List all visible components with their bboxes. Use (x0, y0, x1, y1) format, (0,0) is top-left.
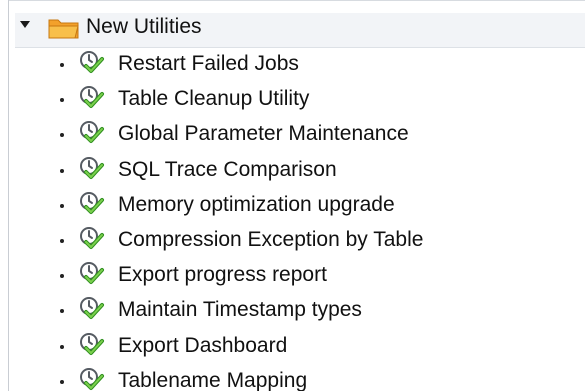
tree-item-4[interactable]: SQL Trace Comparison (50, 153, 580, 188)
transaction-check-icon (80, 121, 104, 143)
tree-item-8[interactable]: Maintain Timestamp types (50, 293, 580, 328)
tree-item-label[interactable]: Export Dashboard (118, 333, 287, 359)
tree-item-10[interactable]: Tablename Mapping (50, 364, 580, 391)
tree-bullet (60, 274, 64, 278)
utilities-tree: New Utilities Restart Failed Jobs Table … (0, 0, 585, 391)
tree-bullet (60, 169, 64, 173)
tree-item-label[interactable]: Restart Failed Jobs (118, 51, 299, 77)
tree-item-label[interactable]: Memory optimization upgrade (118, 192, 395, 218)
tree-item-5[interactable]: Memory optimization upgrade (50, 188, 580, 223)
tree-item-label[interactable]: SQL Trace Comparison (118, 157, 337, 183)
transaction-check-icon (80, 227, 104, 249)
transaction-check-icon (80, 192, 104, 214)
tree-item-label[interactable]: Global Parameter Maintenance (118, 121, 409, 147)
left-border (8, 0, 9, 391)
transaction-check-icon (80, 297, 104, 319)
transaction-check-icon (80, 157, 104, 179)
tree-item-label[interactable]: Export progress report (118, 262, 327, 288)
transaction-check-icon (80, 86, 104, 108)
tree-bullet (60, 380, 64, 384)
tree-item-label[interactable]: Compression Exception by Table (118, 227, 423, 253)
tree-bullet (60, 133, 64, 137)
transaction-check-icon (80, 262, 104, 284)
transaction-check-icon (80, 333, 104, 355)
tree-item-label[interactable]: Table Cleanup Utility (118, 86, 309, 112)
tree-item-3[interactable]: Global Parameter Maintenance (50, 117, 580, 152)
tree-item-7[interactable]: Export progress report (50, 258, 580, 293)
top-border (8, 0, 585, 1)
tree-item-label[interactable]: Maintain Timestamp types (118, 297, 362, 323)
transaction-check-icon (80, 368, 104, 390)
tree-bullet (60, 63, 64, 67)
tree-item-9[interactable]: Export Dashboard (50, 329, 580, 364)
folder-label[interactable]: New Utilities (86, 13, 202, 41)
tree-item-1[interactable]: Restart Failed Jobs (50, 47, 580, 82)
tree-item-6[interactable]: Compression Exception by Table (50, 223, 580, 258)
tree-bullet (60, 239, 64, 243)
tree-bullet (60, 204, 64, 208)
tree-item-2[interactable]: Table Cleanup Utility (50, 82, 580, 117)
tree-bullet (60, 98, 64, 102)
transaction-check-icon (80, 51, 104, 73)
tree-bullet (60, 345, 64, 349)
tree-item-label[interactable]: Tablename Mapping (118, 368, 307, 391)
expand-caret-icon[interactable] (20, 21, 30, 28)
tree-bullet (60, 309, 64, 313)
folder-open-icon (48, 19, 79, 39)
